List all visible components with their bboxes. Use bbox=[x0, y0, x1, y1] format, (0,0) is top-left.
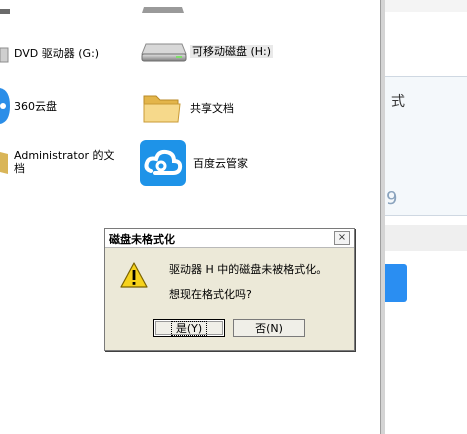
explorer-item-removable-disk[interactable]: 可移动磁盘 (H:) bbox=[140, 38, 274, 64]
explorer-item-admin-docs[interactable]: Administrator 的文档 bbox=[0, 148, 124, 176]
right-window-top bbox=[385, 0, 467, 12]
close-icon[interactable]: × bbox=[334, 231, 350, 245]
explorer-item-360-cloud[interactable]: 360云盘 bbox=[0, 86, 57, 126]
explorer-window: DVD 驱动器 (G:) 可移动磁盘 (H:) 360云盘 共享文档 Admin… bbox=[0, 0, 380, 434]
drive-icon bbox=[0, 42, 10, 64]
item-label: 可移动磁盘 (H:) bbox=[190, 44, 274, 58]
dialog-message-line1: 驱动器 H 中的磁盘未被格式化。 bbox=[169, 263, 328, 276]
baidu-cloud-icon bbox=[139, 139, 187, 187]
no-button-label: 否(N) bbox=[255, 322, 283, 335]
item-label: 共享文档 bbox=[190, 101, 234, 115]
item-label: DVD 驱动器 (G:) bbox=[14, 46, 100, 60]
dialog-title-bar[interactable]: 磁盘未格式化 × bbox=[105, 229, 354, 248]
window-border bbox=[380, 0, 385, 434]
item-label: 百度云管家 bbox=[193, 156, 248, 170]
right-window-number: 9 bbox=[386, 188, 398, 209]
device-icon bbox=[0, 0, 14, 19]
partial-item-top-right bbox=[140, 0, 186, 19]
format-disk-dialog: 磁盘未格式化 × 驱动器 H 中的磁盘未被格式化。 想现在格式化吗? 是(Y) … bbox=[104, 228, 355, 351]
right-window-blue-button[interactable] bbox=[385, 264, 407, 302]
item-label: 360云盘 bbox=[14, 99, 57, 113]
right-window-text: 式 bbox=[391, 94, 405, 110]
no-button[interactable]: 否(N) bbox=[233, 319, 305, 337]
explorer-item-baidu-cloud[interactable]: 百度云管家 bbox=[139, 139, 248, 187]
removable-disk-icon bbox=[140, 38, 188, 64]
warning-icon bbox=[119, 261, 149, 293]
item-label: Administrator 的文档 bbox=[14, 149, 115, 175]
dialog-title: 磁盘未格式化 bbox=[109, 233, 175, 246]
dialog-message-line2: 想现在格式化吗? bbox=[169, 288, 252, 301]
cloud-360-icon bbox=[0, 86, 12, 126]
yes-button[interactable]: 是(Y) bbox=[153, 319, 225, 337]
yes-button-label: 是(Y) bbox=[170, 321, 208, 336]
partial-item-top-left bbox=[0, 0, 14, 19]
documents-icon bbox=[0, 148, 10, 176]
drive-icon bbox=[140, 0, 186, 19]
explorer-item-shared-docs[interactable]: 共享文档 bbox=[142, 88, 234, 128]
explorer-item-dvd-drive[interactable]: DVD 驱动器 (G:) bbox=[0, 42, 99, 64]
right-window-field bbox=[385, 225, 467, 251]
folder-icon bbox=[142, 88, 182, 128]
